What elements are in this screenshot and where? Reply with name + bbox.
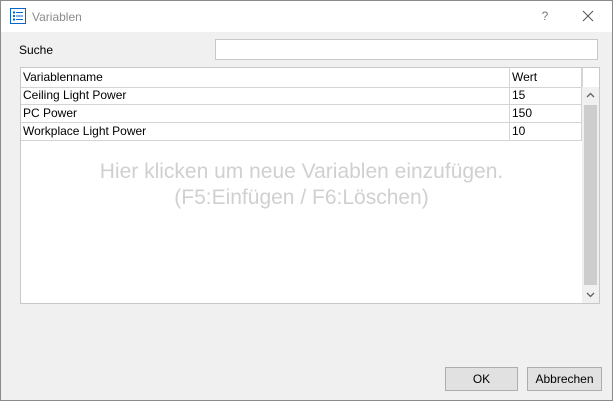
cell-value[interactable]: 150 bbox=[510, 105, 582, 122]
hint-line-2: (F5:Einfügen / F6:Löschen) bbox=[174, 186, 429, 209]
help-button[interactable]: ? bbox=[533, 5, 557, 27]
list-icon bbox=[10, 8, 26, 24]
cell-variable-name[interactable]: Ceiling Light Power bbox=[21, 87, 510, 104]
chevron-up-icon bbox=[586, 92, 595, 98]
column-header-value[interactable]: Wert bbox=[510, 68, 582, 87]
scroll-up-button[interactable] bbox=[582, 87, 599, 104]
header-corner bbox=[582, 68, 599, 87]
title-bar[interactable]: Variablen ? bbox=[1, 1, 612, 32]
column-header-name[interactable]: Variablenname bbox=[21, 68, 510, 87]
close-icon bbox=[582, 10, 594, 22]
cell-variable-name[interactable]: Workplace Light Power bbox=[21, 123, 510, 140]
cell-variable-name[interactable]: PC Power bbox=[21, 105, 510, 122]
dialog-window: Variablen ? Suche Variablenname Wert Cei… bbox=[0, 0, 613, 401]
cell-value[interactable]: 10 bbox=[510, 123, 582, 140]
cancel-button[interactable]: Abbrechen bbox=[527, 367, 602, 391]
hint-line-1: Hier klicken um neue Variablen einzufüge… bbox=[99, 160, 504, 183]
window-title: Variablen bbox=[32, 10, 82, 24]
table-row[interactable]: Workplace Light Power 10 bbox=[21, 123, 582, 141]
chevron-down-icon bbox=[586, 292, 595, 298]
add-variable-hint[interactable]: Hier klicken um neue Variablen einzufüge… bbox=[21, 159, 582, 211]
search-label: Suche bbox=[19, 43, 54, 57]
close-button[interactable] bbox=[577, 7, 599, 27]
ok-button[interactable]: OK bbox=[445, 367, 518, 391]
cell-value[interactable]: 15 bbox=[510, 87, 582, 104]
table-header: Variablenname Wert bbox=[21, 68, 582, 88]
search-input[interactable] bbox=[215, 39, 598, 60]
variables-table[interactable]: Variablenname Wert Ceiling Light Power 1… bbox=[20, 67, 600, 304]
table-row[interactable]: Ceiling Light Power 15 bbox=[21, 87, 582, 105]
vertical-scrollbar[interactable] bbox=[582, 87, 599, 303]
scrollbar-thumb[interactable] bbox=[584, 105, 597, 285]
scroll-down-button[interactable] bbox=[582, 286, 599, 303]
table-row[interactable]: PC Power 150 bbox=[21, 105, 582, 123]
